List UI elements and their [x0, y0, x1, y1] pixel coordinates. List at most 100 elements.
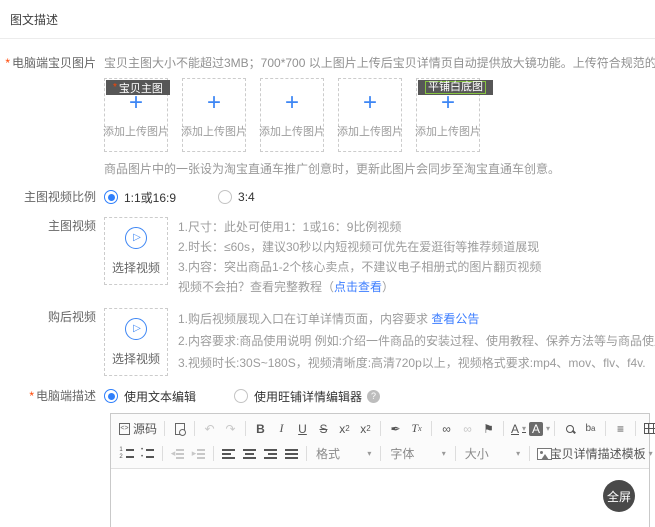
indent-button[interactable]: ▸: [189, 444, 208, 464]
source-code-button[interactable]: <>源码: [117, 419, 159, 439]
italic-icon: I: [280, 421, 284, 436]
radio-ratio-3-4-label[interactable]: 3:4: [238, 190, 255, 204]
unlink-icon: ∞: [463, 422, 472, 436]
pc-description-label: *电脑端描述: [0, 387, 96, 405]
tutorial-link[interactable]: 点击查看: [334, 280, 382, 294]
bold-button[interactable]: B: [251, 419, 270, 439]
upload-label: 添加上传图片: [415, 123, 481, 139]
align-justify-icon: [285, 449, 298, 459]
preview-icon: [175, 423, 185, 435]
ordered-list-button[interactable]: 12: [117, 444, 136, 464]
redo-icon: ↷: [225, 422, 235, 436]
radio-ratio-3-4[interactable]: [218, 190, 232, 204]
source-code-icon: <>: [119, 423, 130, 435]
row-product-images: *电脑端宝贝图片 宝贝主图大小不能超过3MB；700*700 以上图片上传后宝贝…: [0, 54, 655, 177]
select-main-video-box[interactable]: ▷ 选择视频: [104, 217, 168, 285]
video-ratio-label: 主图视频比例: [0, 188, 96, 206]
format-painter-button[interactable]: ✒: [386, 419, 405, 439]
editor-content-area[interactable]: 全屏: [111, 469, 649, 527]
plus-icon: +: [363, 92, 377, 114]
upload-white-bg-image-box[interactable]: 平铺白底图 + 添加上传图片: [416, 78, 480, 152]
search-button[interactable]: [560, 419, 579, 439]
format-dropdown[interactable]: 格式▾: [313, 444, 374, 464]
align-right-icon: [264, 449, 277, 459]
strikethrough-button[interactable]: S: [314, 419, 333, 439]
upload-label: 添加上传图片: [103, 123, 169, 139]
help-icon[interactable]: ?: [367, 390, 380, 403]
toolbar-row-2: 12 •• ◂ ▸ 格式▾ 字体▾ 大小▾ 宝贝详情描述模板▾: [116, 441, 644, 466]
upload-image-box[interactable]: + 添加上传图片: [260, 78, 324, 152]
main-image-badge: *宝贝主图: [106, 80, 170, 95]
redo-button[interactable]: ↷: [221, 419, 240, 439]
radio-text-editor[interactable]: [104, 389, 118, 403]
bold-icon: B: [256, 422, 265, 436]
remove-link-button[interactable]: ∞: [458, 419, 477, 439]
select-video-label: 选择视频: [112, 259, 160, 276]
upload-label: 添加上传图片: [181, 123, 247, 139]
indent-icon: ▸: [192, 448, 206, 459]
row-post-video: 购后视频 ▷ 选择视频 1.购后视频展现入口在订单详情页面，内容要求 查看公告 …: [0, 308, 655, 376]
bg-color-icon: A: [529, 422, 543, 436]
font-color-button[interactable]: A▾: [509, 419, 528, 439]
align-center-button[interactable]: [240, 444, 259, 464]
radio-text-editor-label[interactable]: 使用文本编辑: [124, 388, 196, 405]
required-mark: *: [5, 56, 10, 70]
subscript-button[interactable]: x2: [335, 419, 354, 439]
paragraph-spacing-button[interactable]: ≡: [611, 419, 630, 439]
bg-color-button[interactable]: A▾: [530, 419, 549, 439]
upload-image-box[interactable]: + 添加上传图片: [338, 78, 402, 152]
main-video-label: 主图视频: [0, 217, 96, 297]
play-icon: ▷: [125, 318, 147, 340]
undo-button[interactable]: ↶: [200, 419, 219, 439]
play-icon: ▷: [125, 227, 147, 249]
detail-template-button[interactable]: 宝贝详情描述模板▾: [559, 444, 643, 464]
radio-ratio-1-1[interactable]: [104, 190, 118, 204]
flag-icon: ⚑: [483, 422, 494, 436]
fullscreen-button[interactable]: 全屏: [603, 480, 635, 512]
undo-icon: ↶: [204, 422, 214, 436]
tip-content-req: 2.内容要求:商品使用说明 例如:介绍一件商品的安装过程、使用教程、保养方法等与…: [178, 330, 655, 352]
insert-link-button[interactable]: ∞: [437, 419, 456, 439]
insert-table-button[interactable]: [641, 419, 655, 439]
replace-button[interactable]: ba: [581, 419, 600, 439]
product-images-description: 宝贝主图大小不能超过3MB；700*700 以上图片上传后宝贝详情页自动提供放大…: [104, 54, 655, 71]
outdent-icon: ◂: [171, 448, 185, 459]
upload-image-box[interactable]: + 添加上传图片: [182, 78, 246, 152]
radio-ratio-1-1-label[interactable]: 1:1或16:9: [124, 189, 176, 206]
anchor-button[interactable]: ⚑: [479, 419, 498, 439]
plus-icon: +: [285, 92, 299, 114]
size-dropdown[interactable]: 大小▾: [462, 444, 523, 464]
underline-button[interactable]: U: [293, 419, 312, 439]
preview-button[interactable]: [170, 419, 189, 439]
rich-text-editor: <>源码 ↶ ↷ B I U S x2 x2 ✒ Tx ∞ ∞ ⚑: [110, 413, 650, 527]
bullet-list-button[interactable]: ••: [138, 444, 157, 464]
tip-tutorial: 视频不会拍？查看完整教程（点击查看）: [178, 277, 541, 297]
align-justify-button[interactable]: [282, 444, 301, 464]
paragraph-icon: ≡: [617, 422, 624, 436]
upload-main-image-box[interactable]: *宝贝主图 + 添加上传图片: [104, 78, 168, 152]
image-note: 商品图片中的一张设为淘宝直通车推广创意时，更新此图片会同步至淘宝直通车创意。: [104, 160, 655, 177]
radio-wangpu-editor[interactable]: [234, 389, 248, 403]
align-right-button[interactable]: [261, 444, 280, 464]
plus-icon: +: [207, 92, 221, 114]
align-left-button[interactable]: [219, 444, 238, 464]
search-icon: [566, 425, 574, 433]
toolbar-row-1: <>源码 ↶ ↷ B I U S x2 x2 ✒ Tx ∞ ∞ ⚑: [116, 416, 644, 441]
font-dropdown[interactable]: 字体▾: [387, 444, 448, 464]
tip-entry: 1.购后视频展现入口在订单详情页面，内容要求 查看公告: [178, 308, 655, 330]
outdent-button[interactable]: ◂: [168, 444, 187, 464]
upload-label: 添加上传图片: [337, 123, 403, 139]
editor-toolbar: <>源码 ↶ ↷ B I U S x2 x2 ✒ Tx ∞ ∞ ⚑: [111, 414, 649, 469]
upload-label: 添加上传图片: [259, 123, 325, 139]
product-images-label: *电脑端宝贝图片: [0, 54, 96, 177]
announcement-link[interactable]: 查看公告: [431, 312, 479, 326]
clear-format-button[interactable]: Tx: [407, 419, 426, 439]
row-video-ratio: 主图视频比例 1:1或16:9 3:4: [0, 188, 655, 206]
italic-button[interactable]: I: [272, 419, 291, 439]
align-center-icon: [243, 449, 256, 459]
select-post-video-box[interactable]: ▷ 选择视频: [104, 308, 168, 376]
image-icon: [537, 448, 552, 460]
format-painter-icon: ✒: [390, 422, 400, 436]
superscript-button[interactable]: x2: [356, 419, 375, 439]
radio-wangpu-editor-label[interactable]: 使用旺铺详情编辑器: [254, 388, 362, 405]
